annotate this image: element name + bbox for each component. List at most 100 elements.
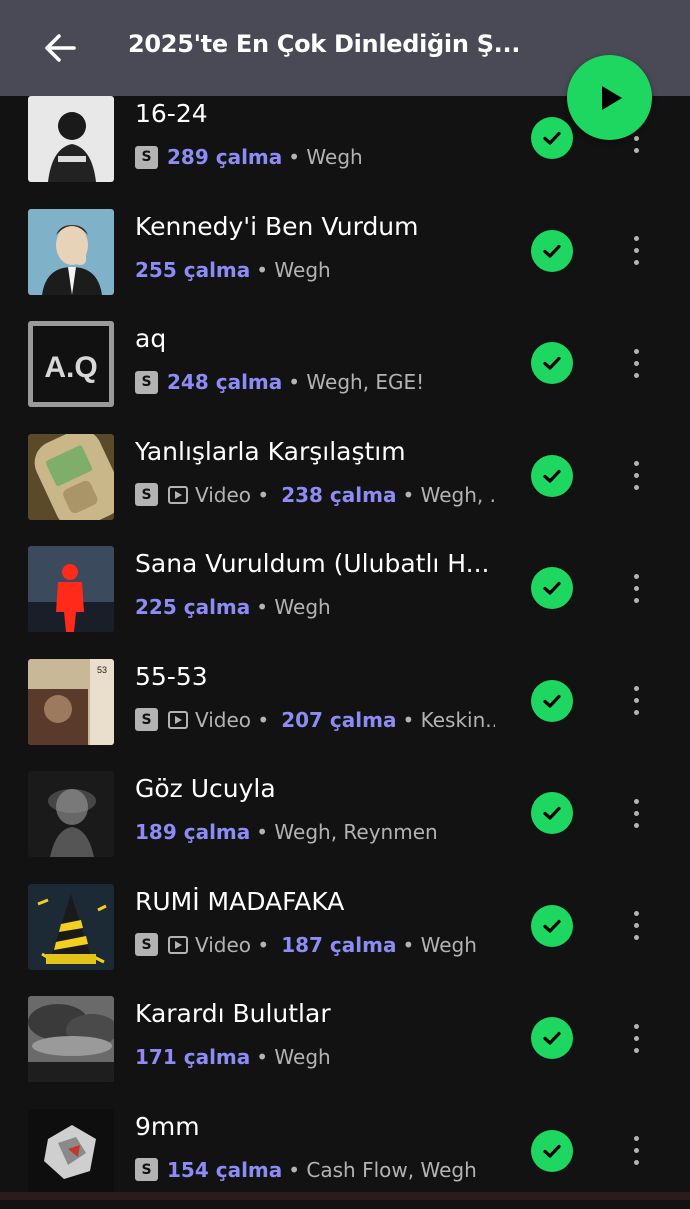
video-icon	[167, 709, 189, 731]
dot	[633, 461, 639, 466]
dot	[633, 473, 639, 478]
album-art	[28, 433, 114, 520]
more-options-button[interactable]	[620, 677, 652, 725]
dot	[633, 360, 639, 366]
back-button[interactable]	[36, 24, 84, 72]
track-row[interactable]: Kennedy'i Ben Vurdum 255 çalma • Wegh	[0, 197, 690, 309]
track-meta: S Video • 187 çalma • Wegh	[135, 930, 495, 960]
track-artists: • Wegh, EGE!	[288, 370, 425, 394]
more-options-button[interactable]	[620, 1127, 652, 1175]
dot	[633, 1035, 639, 1041]
track-meta: S 248 çalma • Wegh, EGE!	[135, 367, 495, 397]
track-meta: S Video • 207 çalma • Keskin...	[135, 705, 495, 735]
track-title: Yanlışlarla Karşılaştım	[135, 436, 406, 466]
check-icon	[543, 1144, 561, 1158]
arrow-left-icon	[45, 34, 76, 62]
track-row[interactable]: RUMİ MADAFAKA S Video • 187 çalma • Wegh	[0, 872, 690, 984]
track-row[interactable]: A.Q aq S 248 çalma • Wegh, EGE!	[0, 309, 690, 421]
play-icon	[601, 85, 622, 110]
saved-check-button[interactable]	[531, 567, 573, 609]
saved-check-button[interactable]	[531, 792, 573, 834]
check-icon	[543, 356, 561, 370]
explicit-badge: S	[135, 370, 158, 394]
album-art: 53	[28, 658, 114, 745]
track-artists: • Wegh, ...	[402, 482, 495, 507]
video-icon	[167, 934, 189, 956]
play-count: 255 çalma	[135, 257, 251, 282]
track-meta: S 289 çalma • Wegh	[135, 142, 495, 172]
dot	[633, 135, 639, 141]
dot	[633, 798, 639, 804]
dot	[633, 710, 639, 715]
svg-text:A.Q: A.Q	[44, 351, 97, 384]
track-title: Sana Vuruldum (Ulubatlı H...	[135, 549, 490, 578]
more-options-button[interactable]	[620, 339, 652, 387]
check-icon	[543, 581, 561, 595]
track-artists: • Wegh	[256, 257, 331, 282]
saved-check-button[interactable]	[531, 229, 573, 272]
play-count: 238 çalma	[281, 482, 397, 507]
track-artists: • Wegh	[256, 1045, 331, 1069]
more-options-button[interactable]	[620, 227, 652, 275]
svg-text:53: 53	[97, 665, 107, 675]
check-icon	[543, 694, 561, 708]
page-title: 2025'te En Çok Dinlediğin Ş...	[128, 30, 518, 58]
dot	[633, 1136, 639, 1141]
check-icon	[543, 469, 561, 483]
dot	[633, 1023, 639, 1029]
track-row[interactable]: Göz Ucuyla 189 çalma • Wegh, Reynmen	[0, 759, 690, 871]
saved-check-button[interactable]	[531, 904, 573, 947]
track-meta: S Video • 238 çalma• Wegh, ...	[135, 480, 495, 510]
play-count: 171 çalma	[135, 1045, 251, 1069]
play-count: 154 çalma	[167, 1157, 283, 1182]
dot	[633, 260, 639, 265]
explicit-badge: S	[135, 933, 158, 956]
bottom-edge	[0, 1192, 690, 1200]
play-count: 187 çalma	[281, 932, 397, 957]
more-options-button[interactable]	[620, 902, 652, 950]
video-label: Video •	[195, 932, 270, 957]
video-label: Video •	[195, 482, 270, 507]
dot	[633, 372, 639, 378]
play-button[interactable]	[567, 55, 652, 140]
dot	[633, 485, 639, 490]
dot	[633, 698, 639, 703]
more-options-button[interactable]	[620, 1014, 652, 1062]
saved-check-button[interactable]	[531, 117, 573, 159]
saved-check-button[interactable]	[531, 454, 573, 497]
explicit-badge: S	[135, 708, 158, 731]
track-list: 16-24 S 289 çalma • Wegh Kennedy'i Ben Vurdu…	[0, 0, 690, 1200]
explicit-badge: S	[135, 145, 158, 169]
track-row[interactable]: 53 55-53 S Video • 207 çalma • Keskin...	[0, 647, 690, 759]
track-artists: • Wegh, Reynmen	[256, 820, 438, 844]
explicit-badge: S	[135, 483, 158, 506]
play-count: 289 çalma	[167, 145, 283, 169]
video-label: Video •	[195, 707, 270, 732]
dot	[633, 236, 639, 241]
saved-check-button[interactable]	[531, 1129, 573, 1172]
track-row[interactable]: Sana Vuruldum (Ulubatlı H... 225 çalma • W…	[0, 534, 690, 646]
album-art: A.Q	[28, 321, 114, 407]
track-artists: • Wegh	[402, 932, 477, 957]
saved-check-button[interactable]	[531, 679, 573, 722]
track-title: RUMİ MADAFAKA	[135, 886, 345, 916]
saved-check-button[interactable]	[531, 342, 573, 384]
track-row[interactable]: Yanlışlarla Karşılaştım S Video • 238 çalma…	[0, 422, 690, 534]
track-meta: 225 çalma • Wegh	[135, 592, 495, 622]
album-art	[28, 546, 114, 632]
album-art	[28, 771, 114, 857]
check-icon	[543, 1031, 561, 1045]
dot	[633, 573, 639, 579]
dot	[633, 810, 639, 816]
more-options-button[interactable]	[620, 564, 652, 612]
dot	[633, 1047, 639, 1053]
video-icon	[167, 484, 189, 506]
track-row[interactable]: Karardı Bulutlar 171 çalma • Wegh	[0, 984, 690, 1096]
saved-check-button[interactable]	[531, 1017, 573, 1059]
album-art	[28, 208, 114, 295]
more-options-button[interactable]	[620, 789, 652, 837]
track-meta: 255 çalma • Wegh	[135, 255, 495, 285]
track-title: Göz Ucuyla	[135, 774, 276, 803]
more-options-button[interactable]	[620, 452, 652, 500]
dot	[633, 585, 639, 591]
